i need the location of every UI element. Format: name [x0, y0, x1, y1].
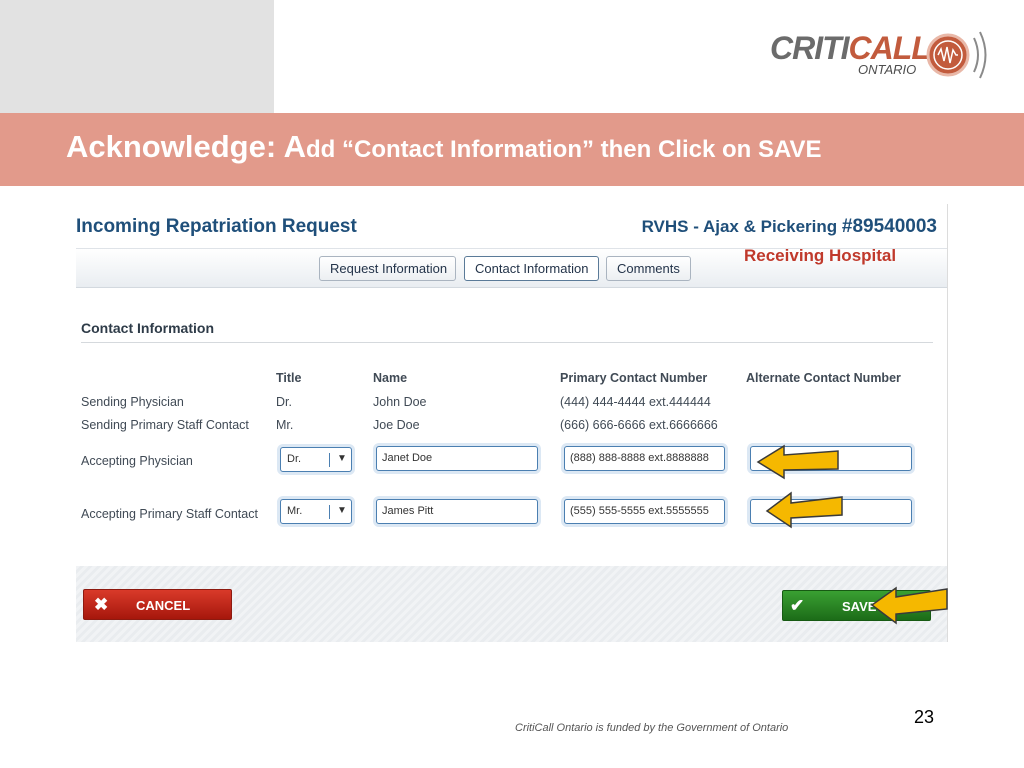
logo-critic-text: CRITI — [770, 30, 850, 66]
accepting-physician-name-input[interactable]: Janet Doe — [376, 446, 538, 471]
section-title: Contact Information — [81, 320, 214, 336]
select-value: Mr. — [287, 505, 303, 517]
chevron-down-icon: ▼ — [337, 453, 347, 464]
select-value: Dr. — [287, 453, 302, 465]
cancel-button[interactable]: ✖ CANCEL — [83, 589, 232, 620]
row-name: Joe Doe — [373, 418, 420, 432]
accepting-physician-title-select[interactable]: Dr. ▼ — [280, 447, 352, 472]
logo-call-text: CALL — [848, 30, 931, 66]
window-title: Incoming Repatriation Request — [76, 216, 357, 237]
column-header-primary: Primary Contact Number — [560, 371, 708, 385]
logo-signal-icon — [926, 31, 987, 79]
receiving-hospital-note: Receiving Hospital — [744, 246, 897, 265]
cancel-button-label: CANCEL — [136, 598, 191, 613]
column-header-alternate: Alternate Contact Number — [746, 371, 901, 385]
tab-comments[interactable]: Comments — [606, 256, 691, 281]
slide-title-lead: Acknowledge: A — [66, 129, 306, 164]
row-label: Accepting Physician — [81, 454, 193, 468]
criticall-logo: CRITICALL ONTARIO — [770, 26, 1000, 86]
row-name: John Doe — [373, 395, 427, 409]
slide-title: Acknowledge: Add “Contact Information” t… — [66, 129, 822, 165]
repatriation-window: Incoming Repatriation Request RVHS - Aja… — [76, 204, 948, 642]
row-label: Sending Physician — [81, 395, 184, 409]
funding-note: CritiCall Ontario is funded by the Gover… — [515, 722, 789, 734]
tab-contact-information[interactable]: Contact Information — [464, 256, 599, 281]
chevron-down-icon: ▼ — [337, 505, 347, 516]
row-primary: (444) 444-4444 ext.444444 — [560, 395, 711, 409]
arrow-left-icon — [765, 491, 843, 529]
row-primary: (666) 666-6666 ext.6666666 — [560, 418, 718, 432]
check-icon: ✔ — [790, 596, 805, 615]
accepting-staff-name-input[interactable]: James Pitt — [376, 499, 538, 524]
accepting-staff-primary-input[interactable]: (555) 555-5555 ext.5555555 — [564, 499, 725, 524]
column-header-title: Title — [276, 371, 302, 385]
slide-title-rest: dd “Contact Information” then Click on S… — [306, 136, 822, 163]
tab-request-information[interactable]: Request Information — [319, 256, 456, 281]
slide-number: 23 — [914, 707, 935, 727]
logo-ontario-text: ONTARIO — [858, 62, 917, 77]
arrow-left-icon — [756, 444, 839, 480]
row-title: Dr. — [276, 395, 292, 409]
select-separator — [329, 505, 330, 519]
hospital-heading: RVHS - Ajax & Pickering #89540003 — [642, 216, 937, 238]
accepting-staff-title-select[interactable]: Mr. ▼ — [280, 499, 352, 524]
column-header-name: Name — [373, 371, 408, 385]
request-number: #89540003 — [841, 216, 937, 237]
section-divider — [81, 342, 933, 343]
row-label: Sending Primary Staff Contact — [81, 418, 249, 432]
row-title: Mr. — [276, 418, 294, 432]
close-icon: ✖ — [94, 595, 109, 614]
hospital-name: RVHS - Ajax & Pickering — [641, 217, 838, 236]
select-separator — [329, 453, 330, 467]
accepting-physician-primary-input[interactable]: (888) 888-8888 ext.8888888 — [564, 446, 725, 471]
arrow-left-icon — [870, 586, 948, 625]
row-label: Accepting Primary Staff Contact — [81, 507, 258, 521]
